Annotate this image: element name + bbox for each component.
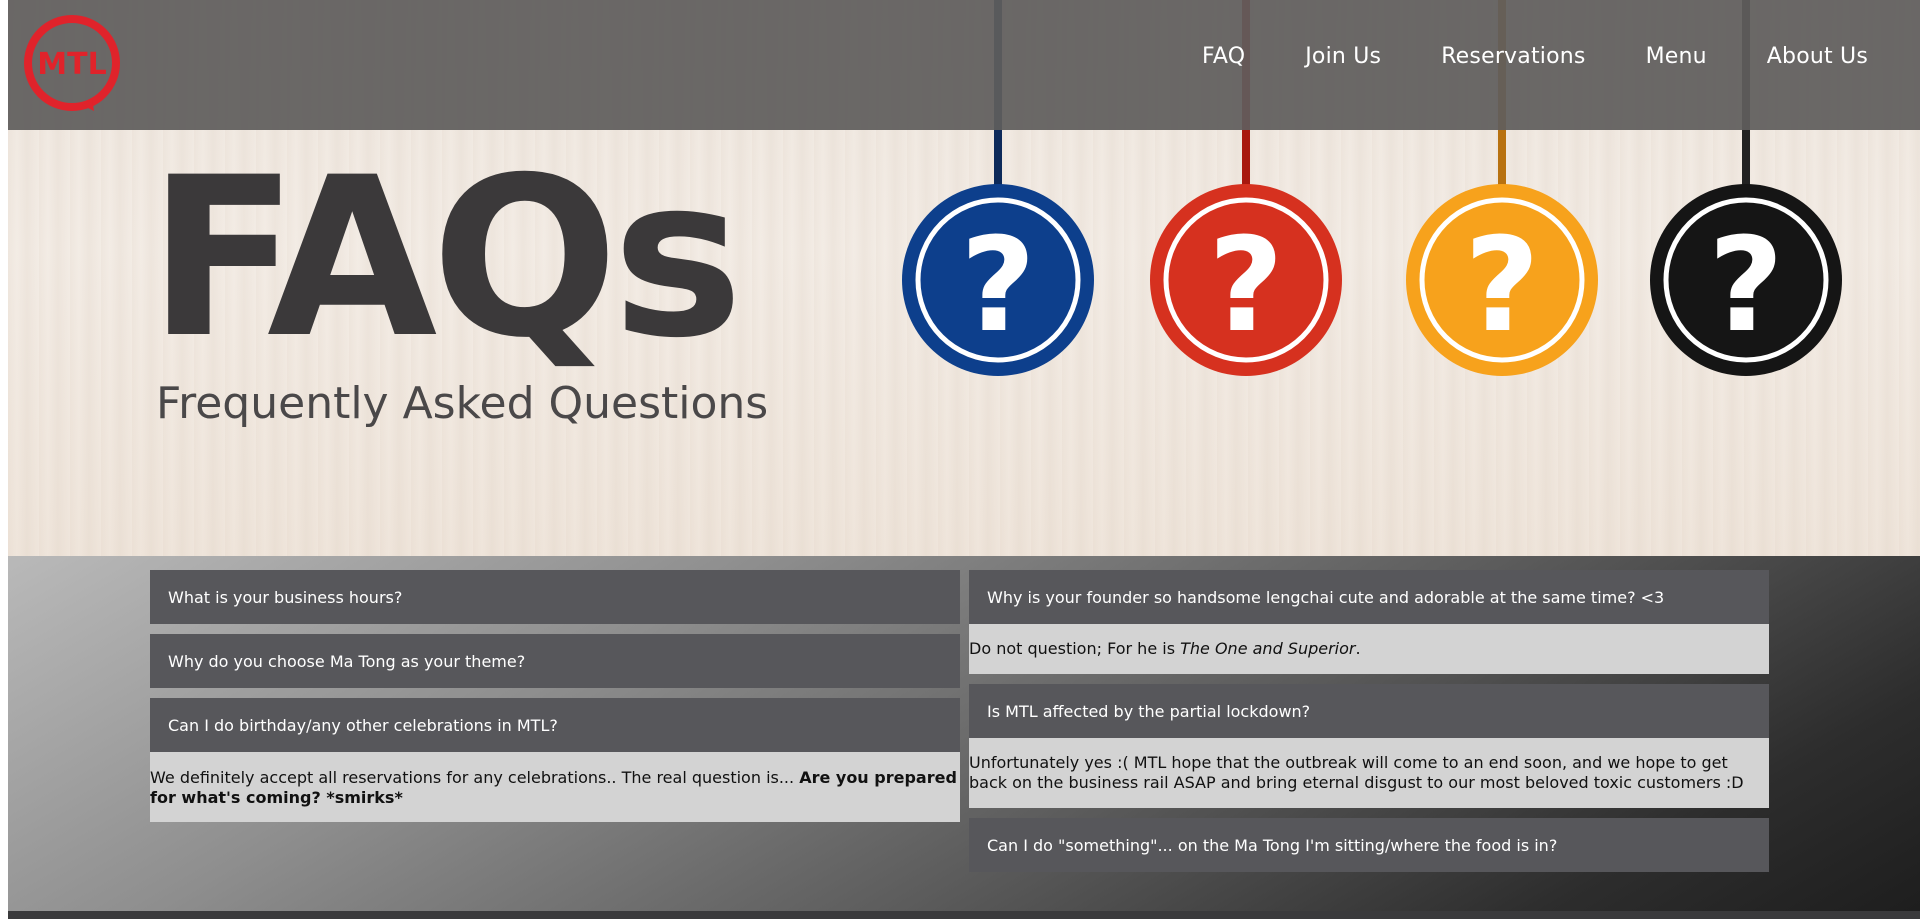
footer-bar [8, 911, 1920, 919]
faq-question-business-hours[interactable]: What is your business hours? [150, 570, 960, 624]
svg-text:?: ? [1464, 209, 1539, 361]
faq-question-celebrations[interactable]: Can I do birthday/any other celebrations… [150, 698, 960, 752]
nav-join-us[interactable]: Join Us [1305, 44, 1381, 69]
svg-text:?: ? [1208, 209, 1283, 361]
hero-subtitle: Frequently Asked Questions [156, 378, 769, 429]
answer-text: We definitely accept all reservations fo… [150, 768, 800, 787]
faq-question-something[interactable]: Can I do "something"... on the Ma Tong I… [969, 818, 1769, 872]
faq-answer-lockdown: Unfortunately yes :( MTL hope that the o… [969, 738, 1769, 808]
answer-text: Do not question; For he is [969, 639, 1181, 658]
nav-about-us[interactable]: About Us [1767, 44, 1868, 69]
faq-answer-celebrations: We definitely accept all reservations fo… [150, 752, 960, 822]
mtl-logo[interactable]: MTL [22, 13, 122, 113]
faq-column-right: Why is your founder so handsome lengchai… [969, 570, 1769, 872]
answer-end-text: . [1355, 639, 1361, 658]
svg-text:?: ? [1708, 209, 1783, 361]
nav-reservations[interactable]: Reservations [1441, 44, 1585, 69]
hero-title: FAQs [148, 130, 743, 386]
faq-question-lockdown[interactable]: Is MTL affected by the partial lockdown? [969, 684, 1769, 738]
faq-column-left: What is your business hours? Why do you … [150, 570, 960, 822]
main-nav: FAQ Join Us Reservations Menu About Us [1142, 44, 1868, 69]
logo-text: MTL [37, 47, 106, 82]
svg-text:?: ? [960, 209, 1035, 361]
nav-menu[interactable]: Menu [1646, 44, 1707, 69]
faq-question-founder[interactable]: Why is your founder so handsome lengchai… [969, 570, 1769, 624]
faq-question-theme[interactable]: Why do you choose Ma Tong as your theme? [150, 634, 960, 688]
answer-italic-text: The One and Superior [1180, 639, 1356, 658]
faq-answer-founder: Do not question; For he is The One and S… [969, 624, 1769, 674]
nav-faq[interactable]: FAQ [1202, 44, 1245, 69]
